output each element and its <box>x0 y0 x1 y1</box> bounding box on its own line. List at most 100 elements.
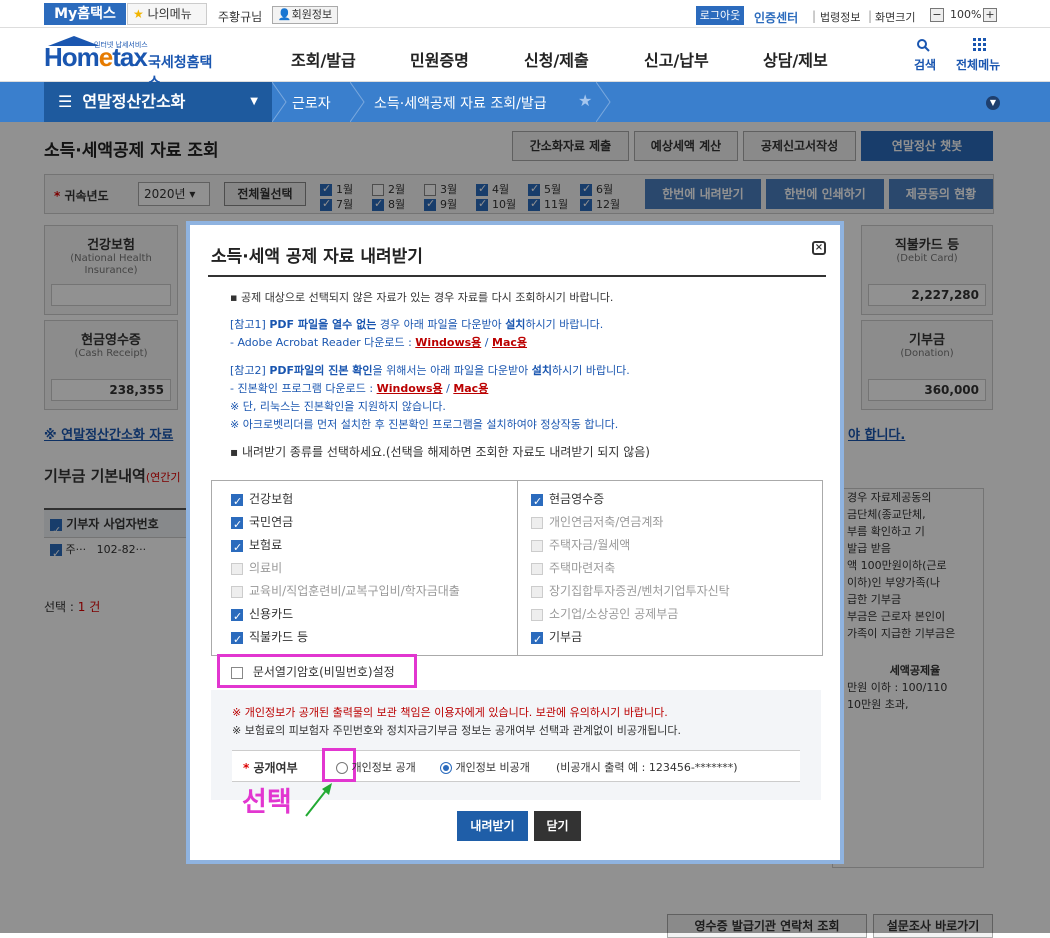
download-kind-item: 소기업/소상공인 공제부금 <box>531 604 811 624</box>
member-info-button[interactable]: 👤회원정보 <box>272 6 338 24</box>
logout-button[interactable]: 로그아웃 <box>696 6 744 25</box>
download-kind-item[interactable]: 신용카드 <box>231 604 511 627</box>
all-menu-label[interactable]: 전체메뉴 <box>956 56 1000 73</box>
section-title: 연말정산간소화 <box>82 92 186 111</box>
verifier-windows-link[interactable]: Windows용 <box>377 382 443 395</box>
download-kind-item[interactable]: 기부금 <box>531 627 811 650</box>
select-kind-info: ▪ 내려받기 종류를 선택하세요.(선택을 해제하면 조회한 자료도 내려받기 … <box>230 445 650 459</box>
checkbox[interactable] <box>531 492 543 512</box>
checkbox <box>231 562 243 575</box>
kind-label: 신용카드 <box>249 607 294 621</box>
dialog-title: 소득·세액 공제 자료 내려받기 <box>211 247 423 267</box>
checkbox[interactable] <box>231 515 243 535</box>
password-option-checkbox[interactable]: 문서열기암호(비밀번호)설정 <box>231 662 395 682</box>
public-label: * 공개여부 <box>243 761 298 775</box>
chevron-down-icon[interactable]: ▼ <box>986 96 1000 110</box>
close-button[interactable]: 닫기 <box>534 811 581 841</box>
download-kind-item[interactable]: 직불카드 등 <box>231 627 511 650</box>
download-kind-item[interactable]: 현금영수증 <box>531 489 811 512</box>
zoom-level: 100% <box>950 8 982 21</box>
annotation-label: 선택 <box>242 787 292 818</box>
download-kind-item[interactable]: 건강보험 <box>231 489 511 512</box>
checkbox[interactable] <box>231 666 243 679</box>
hamburger-icon: ☰ <box>58 92 73 111</box>
kind-list-right: 현금영수증개인연금저축/연금계좌주택자금/월세액주택마련저축장기집합투자증권/벤… <box>531 489 811 650</box>
masked-sample: (비공개시 출력 예 : 123456-*******) <box>556 761 738 774</box>
breadcrumb-separator-icon <box>350 82 365 122</box>
divider <box>517 480 518 656</box>
breadcrumb-current[interactable]: 소득·세액공제 자료 조회/발급 <box>374 93 547 113</box>
screen-size-label: 화면크기 <box>875 11 916 24</box>
checkbox[interactable] <box>231 538 243 558</box>
ref1-download-line: - Adobe Acrobat Reader 다운로드 : Windows용 /… <box>230 336 528 349</box>
kind-label: 보험료 <box>249 538 283 552</box>
download-button[interactable]: 내려받기 <box>457 811 528 841</box>
gnb-item-consult[interactable]: 상담/제보 <box>763 47 828 71</box>
kind-label: 기부금 <box>549 630 583 644</box>
star-icon: ★ <box>133 7 144 21</box>
kind-label: 주택자금/월세액 <box>549 538 631 552</box>
checkbox[interactable] <box>231 607 243 627</box>
radio-button[interactable] <box>440 762 452 774</box>
section-menu-dropdown[interactable]: ☰ 연말정산간소화 ▼ <box>44 82 272 122</box>
gnb-item-apply[interactable]: 신청/제출 <box>524 47 589 71</box>
install-order-note: ※ 아크로벳리더를 먼저 설치한 후 진본확인 프로그램을 설치하여야 정상작동… <box>230 418 619 431</box>
gnb-item-report[interactable]: 신고/납부 <box>644 47 709 71</box>
kind-label: 개인연금저축/연금계좌 <box>549 515 664 529</box>
dropdown-arrow-icon: ▼ <box>250 96 258 107</box>
favorite-star-icon[interactable]: ★ <box>578 91 592 110</box>
checkbox <box>531 585 543 598</box>
privacy-warning: ※ 개인정보가 공개된 출력물의 보관 책임은 이용자에게 있습니다. 보관에 … <box>232 706 668 719</box>
checkbox[interactable] <box>231 492 243 512</box>
auth-center-link[interactable]: 인증센터 <box>754 9 798 26</box>
hometax-logo[interactable]: 인터넷 납세서비스 Hometax 국세청홈택스 <box>44 36 224 91</box>
kind-label: 소기업/소상공인 공제부금 <box>549 607 679 621</box>
divider <box>208 275 826 277</box>
info-reselect: ▪ 공제 대상으로 선택되지 않은 자료가 있는 경우 자료를 다시 조회하시기… <box>230 291 614 304</box>
kind-label: 장기집합투자증권/벤처기업투자신탁 <box>549 584 730 598</box>
kind-label: 의료비 <box>249 561 283 575</box>
download-kind-item[interactable]: 보험료 <box>231 535 511 558</box>
user-icon: 👤 <box>277 8 292 21</box>
checkbox <box>231 585 243 598</box>
search-label[interactable]: 검색 <box>914 56 936 73</box>
breadcrumb-separator-icon <box>596 82 611 122</box>
checkbox[interactable] <box>531 630 543 650</box>
divider: | <box>812 9 817 23</box>
search-icon[interactable] <box>916 38 930 52</box>
download-kind-item: 주택자금/월세액 <box>531 535 811 555</box>
kind-label: 건강보험 <box>249 492 294 506</box>
download-kind-item: 의료비 <box>231 558 511 578</box>
download-kind-item: 개인연금저축/연금계좌 <box>531 512 811 532</box>
close-icon[interactable]: × <box>812 241 826 255</box>
zoom-in-button[interactable]: + <box>983 8 997 22</box>
download-kind-item[interactable]: 국민연금 <box>231 512 511 535</box>
kind-label: 국민연금 <box>249 515 294 529</box>
breadcrumb-separator-icon <box>272 82 287 122</box>
download-kind-item: 교육비/직업훈련비/교복구입비/학자금대출 <box>231 581 511 601</box>
grid-menu-icon[interactable] <box>973 38 987 52</box>
verifier-mac-link[interactable]: Mac용 <box>453 382 488 395</box>
my-hometax-link[interactable]: My홈택스 <box>44 3 126 25</box>
linux-note: ※ 단, 리눅스는 진본확인을 지원하지 않습니다. <box>230 400 446 413</box>
my-menu-button[interactable]: ★ 나의메뉴 <box>127 3 207 25</box>
privacy-note: ※ 보험료의 피보험자 주민번호와 정치자금기부금 정보는 공개여부 선택과 관… <box>232 724 681 737</box>
radio-private[interactable]: 개인정보 비공개 <box>440 759 530 775</box>
law-info-link[interactable]: 법령정보 <box>820 9 860 25</box>
acrobat-windows-link[interactable]: Windows용 <box>415 336 481 349</box>
gnb-item-inquiry[interactable]: 조회/발급 <box>291 47 356 71</box>
ref2-text: [참고2] PDF파일의 진본 확인을 위해서는 아래 파일을 다운받아 설치하… <box>230 364 630 377</box>
logo-brand: Hometax <box>44 42 148 72</box>
checkbox <box>531 562 543 575</box>
radio-public[interactable]: 개인정보 공개 <box>336 759 416 775</box>
acrobat-mac-link[interactable]: Mac용 <box>492 336 527 349</box>
breadcrumb-worker[interactable]: 근로자 <box>292 93 331 113</box>
user-name: 주황규님 <box>218 10 263 24</box>
checkbox[interactable] <box>231 630 243 650</box>
ref1-text: [참고1] PDF 파일을 열수 없는 경우 아래 파일을 다운받아 설치하시기… <box>230 318 604 331</box>
download-kind-item: 주택마련저축 <box>531 558 811 578</box>
gnb-item-certificate[interactable]: 민원증명 <box>410 47 469 71</box>
radio-button[interactable] <box>336 762 348 774</box>
member-info-label: 회원정보 <box>291 8 333 21</box>
zoom-out-button[interactable]: − <box>930 8 944 22</box>
